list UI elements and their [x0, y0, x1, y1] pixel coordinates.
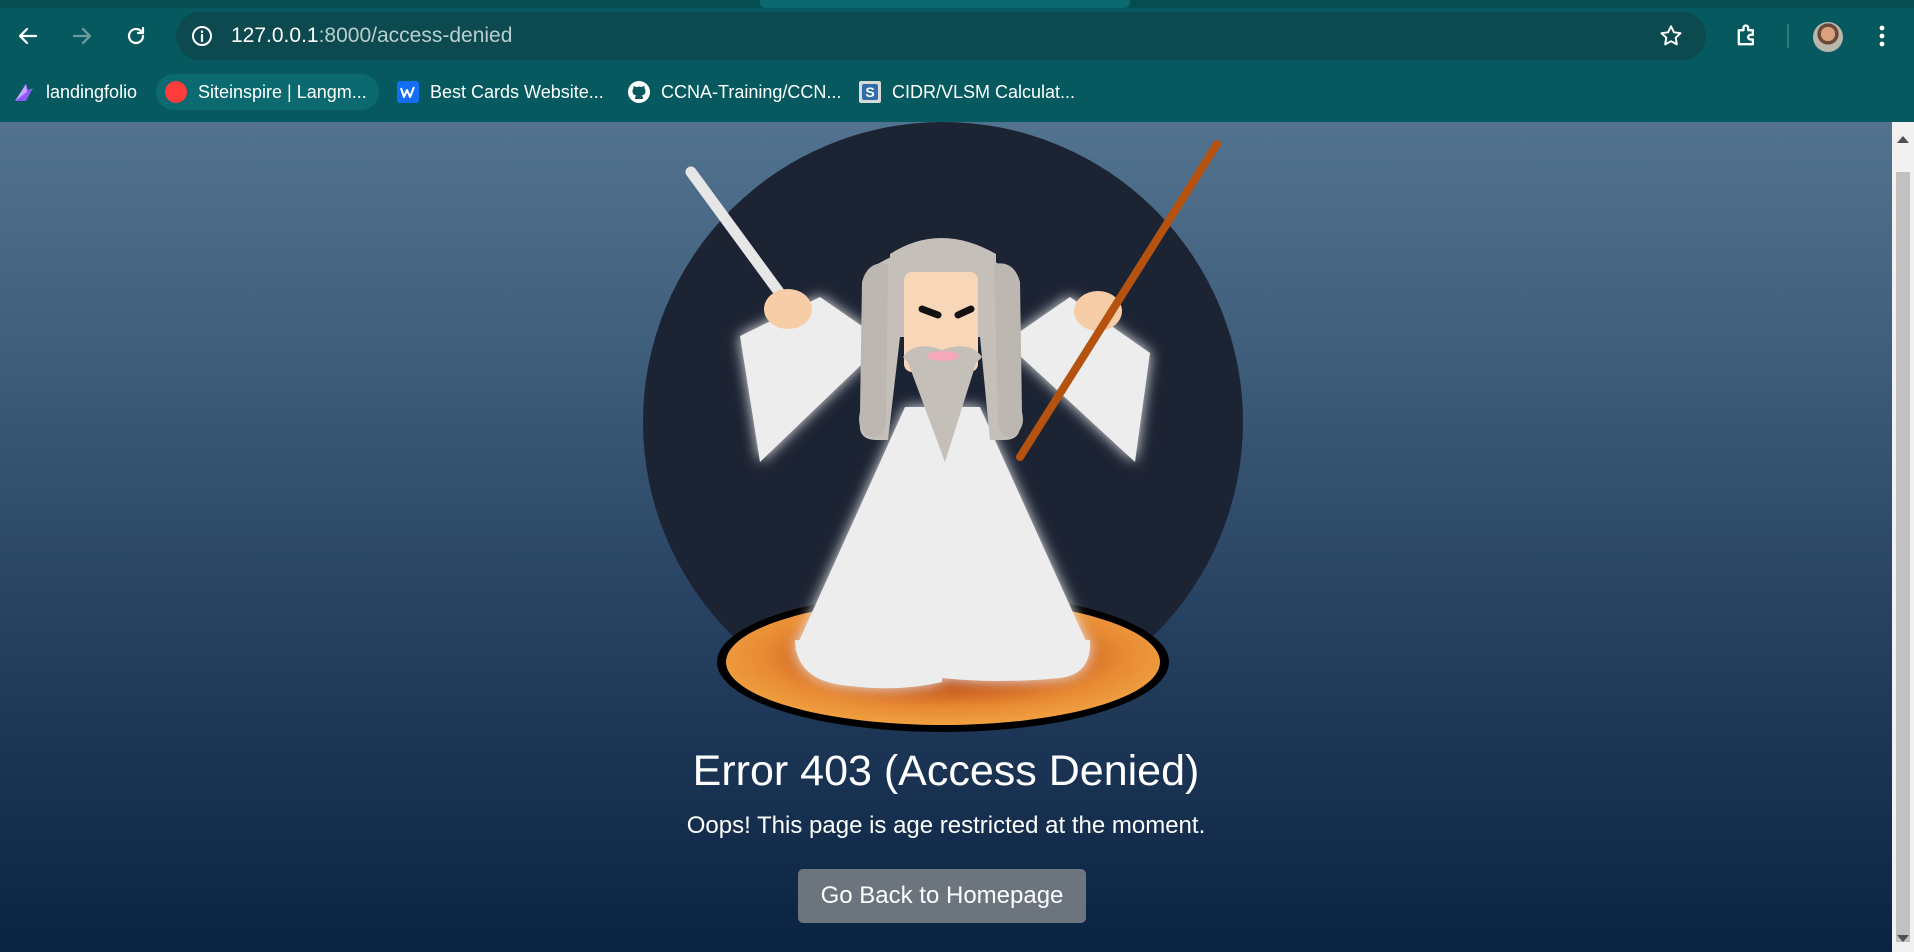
- site-info-icon[interactable]: [190, 24, 214, 48]
- error-message: Oops! This page is age restricted at the…: [686, 812, 1206, 839]
- page-viewport: Error 403 (Access Denied) Oops! This pag…: [0, 122, 1892, 952]
- address-bar[interactable]: 127.0.0.1:8000/access-denied: [176, 12, 1706, 60]
- active-tab-indicator[interactable]: [760, 0, 1130, 8]
- robe-hem-right: [942, 640, 1091, 681]
- right-lock: [994, 263, 1023, 437]
- scrollbar-thumb[interactable]: [1896, 172, 1910, 942]
- bookmark-best-cards[interactable]: Best Cards Website...: [396, 74, 604, 110]
- url-text[interactable]: 127.0.0.1:8000/access-denied: [231, 24, 512, 48]
- wizard-svg: [643, 122, 1243, 732]
- url-host: 127.0.0.1: [231, 24, 319, 47]
- subnet-calculator-icon: S: [859, 81, 881, 103]
- arrow-left-icon: [18, 27, 38, 45]
- profile-avatar[interactable]: [1813, 22, 1843, 52]
- back-button[interactable]: [8, 16, 48, 56]
- go-home-button[interactable]: Go Back to Homepage: [798, 869, 1086, 923]
- bookmark-label: Siteinspire | Langm...: [198, 81, 367, 102]
- left-hand: [764, 289, 812, 329]
- browser-chrome: 127.0.0.1:8000/access-denied landingfoli…: [0, 0, 1914, 122]
- bookmark-landingfolio[interactable]: landingfolio: [12, 74, 137, 110]
- tab-strip: [0, 0, 1914, 8]
- forward-button[interactable]: [62, 16, 102, 56]
- extensions-puzzle-icon[interactable]: [1733, 22, 1761, 50]
- left-lock: [859, 263, 888, 437]
- webflow-icon: [397, 81, 419, 103]
- bookmark-siteinspire[interactable]: Siteinspire | Langm...: [156, 74, 379, 110]
- reload-icon: [127, 26, 145, 45]
- svg-text:S: S: [865, 84, 874, 100]
- bookmark-label: Best Cards Website...: [430, 81, 604, 102]
- bookmark-label: CIDR/VLSM Calculat...: [892, 81, 1076, 102]
- siteinspire-icon: [165, 81, 187, 103]
- bookmark-star-icon[interactable]: [1658, 23, 1684, 49]
- url-path: :8000/access-denied: [318, 24, 513, 47]
- mouth: [927, 351, 959, 361]
- landingfolio-icon: [15, 84, 33, 101]
- bookmarks-bar: landingfolio Siteinspire | Langm... Best…: [0, 74, 1914, 110]
- bookmark-label: CCNA-Training/CCN...: [661, 81, 842, 102]
- arrow-right-icon: [72, 27, 92, 45]
- wizard-illustration: [600, 122, 1300, 742]
- scroll-down-arrow-icon[interactable]: [1897, 935, 1909, 942]
- vertical-scrollbar[interactable]: [1892, 122, 1914, 952]
- error-title: Error 403 (Access Denied): [692, 747, 1200, 795]
- bookmark-ccna-training[interactable]: CCNA-Training/CCN...: [627, 74, 841, 110]
- toolbar-divider: [1787, 24, 1789, 48]
- github-icon: [628, 81, 650, 103]
- bookmark-cidr-calculator[interactable]: S CIDR/VLSM Calculat...: [858, 74, 1075, 110]
- reload-button[interactable]: [116, 16, 156, 56]
- scroll-up-arrow-icon[interactable]: [1897, 136, 1909, 143]
- more-menu-icon[interactable]: [1870, 22, 1894, 50]
- bookmark-label: landingfolio: [46, 81, 138, 102]
